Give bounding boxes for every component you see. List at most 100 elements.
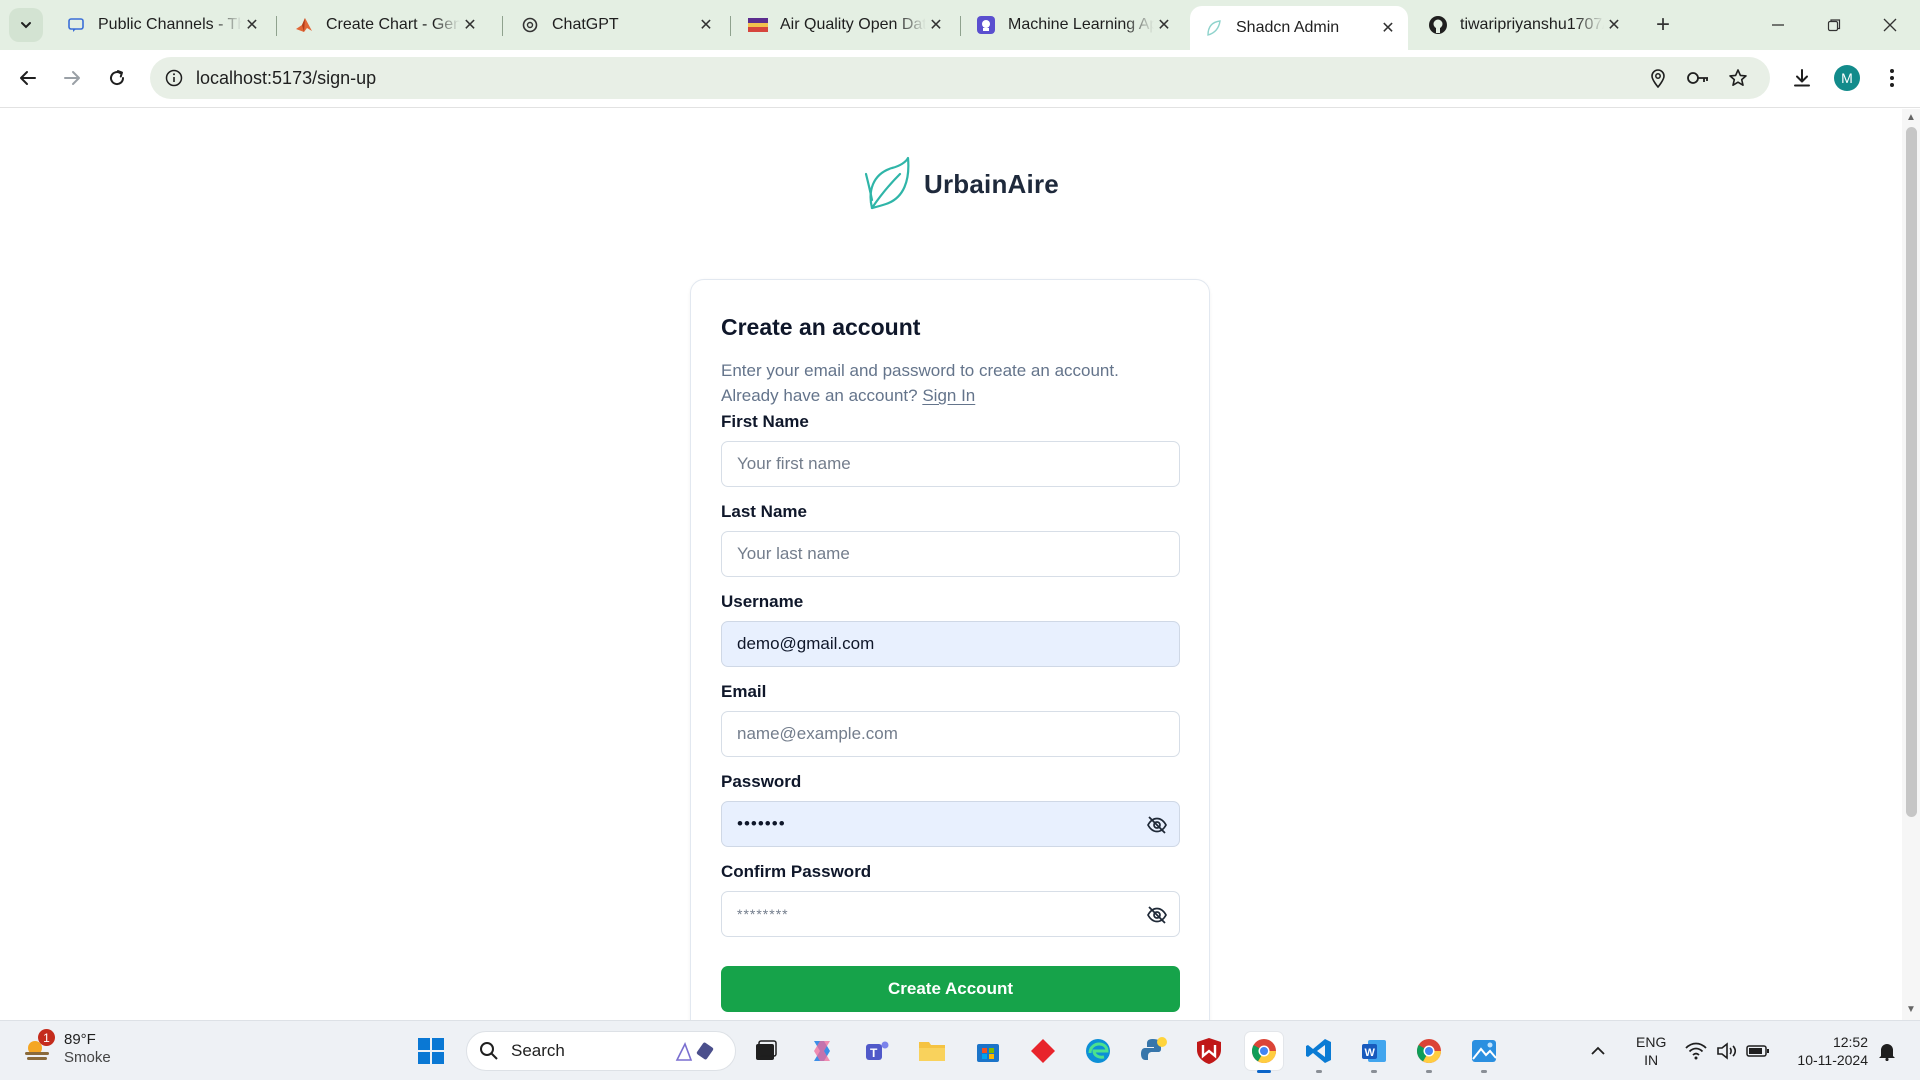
store-button[interactable] (969, 1032, 1007, 1070)
page-content: UrbainAire Create an account Enter your … (0, 109, 1902, 1020)
close-icon[interactable]: ✕ (242, 15, 262, 35)
chat-icon (66, 15, 86, 35)
chrome-button[interactable] (1245, 1032, 1283, 1073)
system-clock[interactable]: 12:52 10-11-2024 (1786, 1033, 1868, 1069)
photos-icon (1472, 1040, 1497, 1062)
python-button[interactable] (1135, 1032, 1173, 1070)
matlab-icon (294, 15, 314, 35)
word-button[interactable]: W (1355, 1032, 1393, 1073)
photos-button[interactable] (1465, 1032, 1503, 1073)
scroll-up-icon[interactable]: ▲ (1906, 113, 1916, 123)
weather-condition: Smoke (64, 1049, 111, 1066)
minimize-button[interactable] (1750, 8, 1806, 42)
tab-chatgpt[interactable]: ChatGPT ✕ (506, 8, 726, 42)
close-icon[interactable]: ✕ (1604, 15, 1624, 35)
reload-button[interactable] (99, 60, 135, 96)
vscode-icon (1306, 1039, 1331, 1063)
running-indicator (1426, 1070, 1432, 1073)
close-window-button[interactable] (1862, 8, 1918, 42)
tab-github[interactable]: tiwaripriyanshu1707/ ✕ (1414, 8, 1634, 42)
github-icon (1428, 15, 1448, 35)
plus-icon: + (1655, 11, 1670, 38)
arrow-left-icon (20, 71, 36, 85)
page-scrollbar[interactable]: ▲ ▼ (1902, 109, 1920, 1020)
notifications-button[interactable] (1872, 1032, 1902, 1070)
close-icon[interactable]: ✕ (1154, 15, 1174, 35)
show-hidden-icons-button[interactable] (1583, 1032, 1613, 1070)
site-info-icon[interactable] (160, 64, 188, 92)
first-name-input[interactable]: Your first name (721, 441, 1180, 487)
teams-button[interactable]: T (858, 1032, 896, 1070)
confirm-password-input[interactable]: ******** (721, 891, 1180, 937)
scroll-down-icon[interactable]: ▼ (1906, 1005, 1916, 1015)
star-icon[interactable] (1724, 64, 1752, 92)
close-icon[interactable]: ✕ (1378, 18, 1398, 38)
close-icon[interactable]: ✕ (926, 15, 946, 35)
volume-status[interactable] (1712, 1032, 1742, 1070)
search-highlight-icon (675, 1042, 714, 1061)
description-text: Enter your email and password to create … (721, 361, 1119, 380)
location-icon[interactable] (1644, 64, 1672, 92)
language-indicator[interactable]: ENG IN (1636, 1033, 1666, 1069)
file-explorer-button[interactable] (913, 1032, 951, 1070)
back-button[interactable] (10, 60, 46, 96)
key-icon[interactable] (1684, 64, 1712, 92)
last-name-label: Last Name (721, 502, 807, 521)
last-name-input[interactable]: Your last name (721, 531, 1180, 577)
username-input[interactable]: demo@gmail.com (721, 621, 1180, 667)
start-button[interactable] (412, 1032, 450, 1070)
downloads-button[interactable] (1784, 60, 1820, 96)
vscode-button[interactable] (1300, 1032, 1338, 1073)
tab-title: Shadcn Admin (1236, 19, 1340, 36)
task-view-button[interactable] (747, 1032, 785, 1070)
clock-time: 12:52 (1832, 1034, 1868, 1050)
password-label: Password (721, 772, 802, 791)
tab-public-channels[interactable]: Public Channels - Thi ✕ (52, 8, 272, 42)
address-bar[interactable]: localhost:5173/sign-up (150, 57, 1770, 99)
tab-air-quality[interactable]: Air Quality Open Dat ✕ (734, 8, 956, 42)
profile-button[interactable]: M (1829, 60, 1865, 96)
copilot-button[interactable] (803, 1032, 841, 1070)
search-label: Search (511, 1041, 565, 1060)
language-line2: IN (1644, 1052, 1659, 1068)
confirm-password-placeholder: ******** (737, 906, 789, 922)
eye-off-icon[interactable] (1145, 904, 1169, 926)
signup-card: Create an account Enter your email and p… (690, 279, 1210, 1020)
chevron-down-icon (21, 22, 31, 29)
tab-shadcn-admin[interactable]: Shadcn Admin ✕ (1190, 6, 1408, 50)
ml-app-icon (976, 15, 996, 35)
copilot-icon (814, 1041, 830, 1061)
password-input[interactable]: ••••••• (721, 801, 1180, 847)
signin-link[interactable]: Sign In (922, 386, 975, 405)
windows-icon (418, 1038, 444, 1064)
search-icon (480, 1042, 498, 1060)
create-account-button[interactable]: Create Account (721, 966, 1180, 1012)
tab-machine-learning[interactable]: Machine Learning Ap ✕ (962, 8, 1184, 42)
new-tab-button[interactable]: + (1648, 10, 1678, 40)
scroll-thumb[interactable] (1906, 127, 1917, 817)
menu-button[interactable] (1874, 60, 1910, 96)
restore-button[interactable] (1806, 8, 1862, 42)
reload-icon (110, 70, 125, 86)
active-indicator (1257, 1070, 1271, 1073)
taskbar-search[interactable]: Search (466, 1031, 736, 1071)
tab-create-chart[interactable]: Create Chart - Gener ✕ (280, 8, 490, 42)
wifi-status[interactable] (1681, 1032, 1711, 1070)
close-icon[interactable]: ✕ (460, 15, 480, 35)
email-label: Email (721, 682, 767, 701)
close-icon[interactable]: ✕ (696, 15, 716, 35)
tab-title: Machine Learning Ap (1008, 16, 1154, 33)
edge-button[interactable] (1079, 1032, 1117, 1070)
forward-button[interactable] (54, 60, 90, 96)
tab-title: Air Quality Open Dat (780, 16, 926, 33)
chrome-profile-button[interactable] (1410, 1032, 1448, 1073)
more-vertical-icon (1890, 69, 1894, 87)
email-input[interactable]: name@example.com (721, 711, 1180, 757)
eye-off-icon[interactable] (1145, 814, 1169, 836)
weather-widget[interactable]: 1 89°F Smoke (22, 1029, 111, 1067)
battery-status[interactable] (1743, 1032, 1773, 1070)
tab-search-button[interactable] (9, 8, 43, 42)
language-line1: ENG (1636, 1034, 1667, 1050)
mcafee-button[interactable] (1190, 1032, 1228, 1070)
app-red-button[interactable] (1024, 1032, 1062, 1070)
